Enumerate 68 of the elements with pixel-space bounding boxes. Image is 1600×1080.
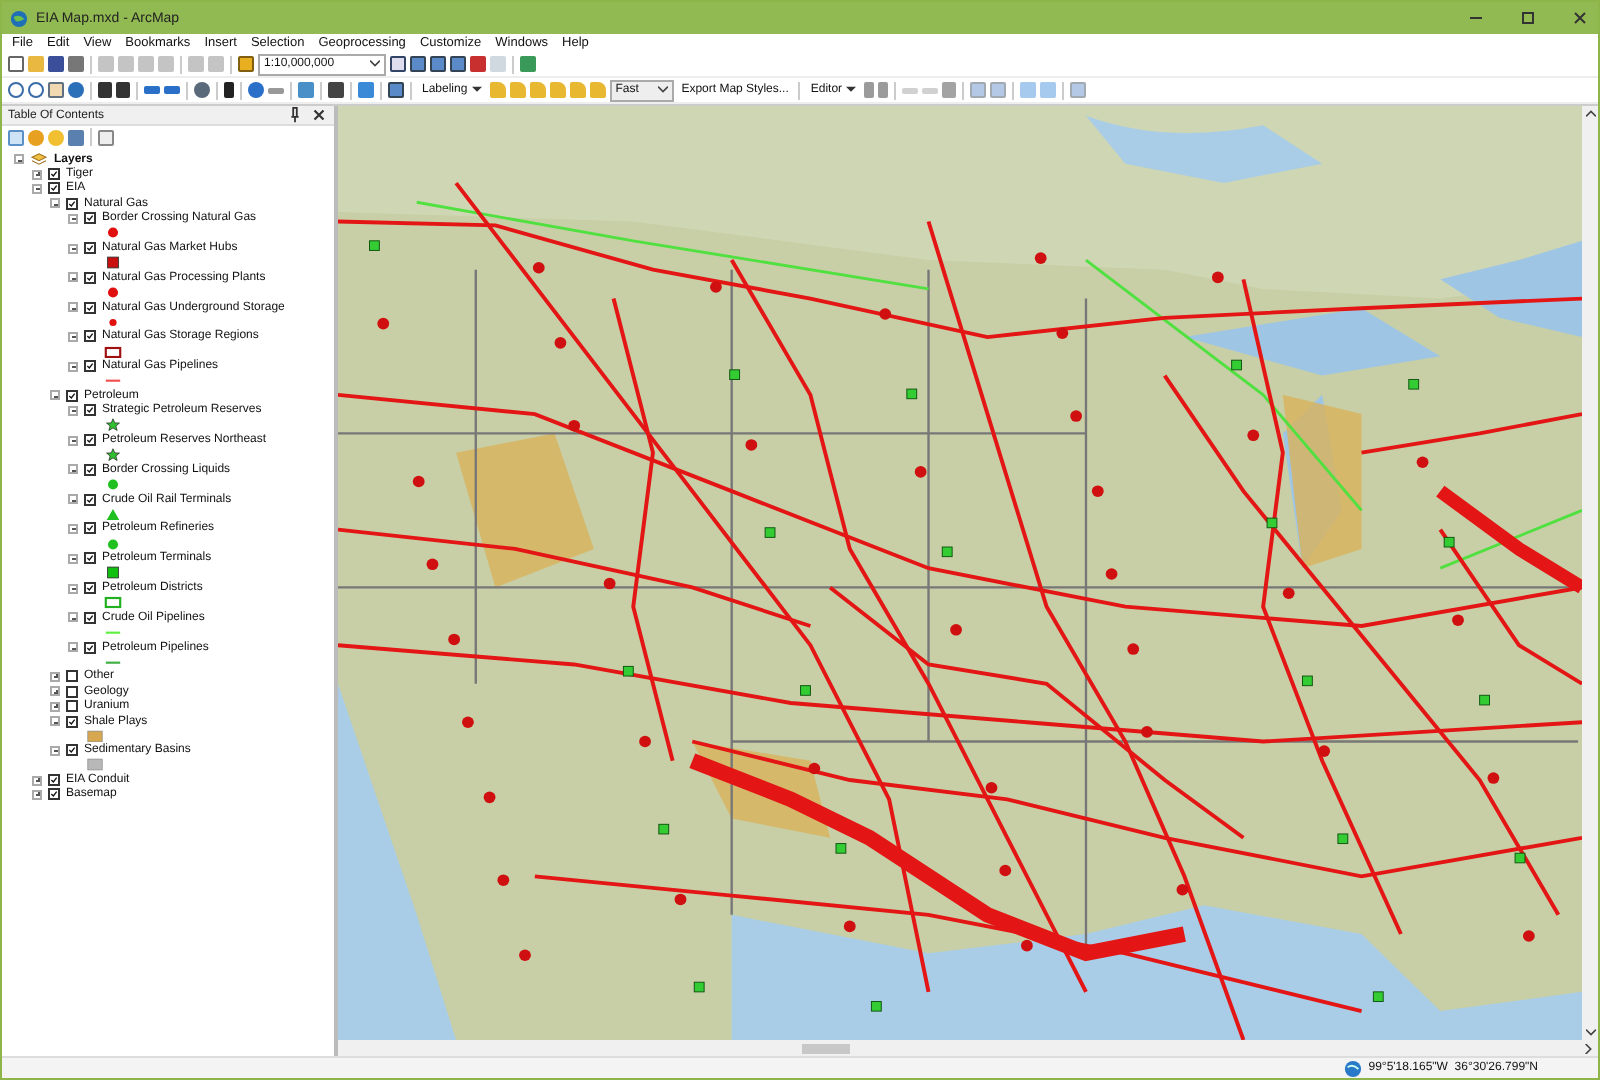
checkbox[interactable]: [66, 700, 78, 713]
checkbox[interactable]: [66, 715, 78, 728]
scroll-up-icon[interactable]: [1585, 108, 1595, 118]
expand-toggle[interactable]: [32, 789, 42, 800]
checkbox[interactable]: [84, 463, 96, 476]
layers-icon: [30, 152, 48, 167]
checkbox[interactable]: [48, 168, 60, 181]
checkbox[interactable]: [84, 301, 96, 314]
horizontal-scrollbar[interactable]: [338, 1040, 1598, 1056]
checkbox[interactable]: [84, 552, 96, 565]
collapse-toggle[interactable]: [50, 716, 60, 727]
checkbox[interactable]: [84, 493, 96, 506]
checkbox[interactable]: [84, 242, 96, 255]
collapse-toggle[interactable]: [50, 198, 60, 209]
expand-toggle[interactable]: [32, 775, 42, 786]
vertical-scrollbar[interactable]: [1582, 106, 1598, 1040]
caret-icon: [657, 86, 668, 94]
collapse-toggle[interactable]: [68, 523, 78, 534]
close-icon[interactable]: [310, 106, 328, 124]
checkbox[interactable]: [84, 434, 96, 447]
close-icon[interactable]: [1570, 8, 1590, 28]
checkbox[interactable]: [84, 330, 96, 343]
checkbox[interactable]: [84, 404, 96, 417]
collapse-toggle[interactable]: [68, 553, 78, 564]
expand-toggle[interactable]: [32, 169, 42, 180]
collapse-toggle[interactable]: [14, 154, 24, 165]
caret-icon: [471, 86, 482, 94]
checkbox[interactable]: [84, 611, 96, 624]
collapse-toggle[interactable]: [50, 745, 60, 756]
expand-toggle[interactable]: [50, 686, 60, 697]
checkbox[interactable]: [84, 582, 96, 595]
collapse-toggle[interactable]: [68, 272, 78, 283]
checkbox[interactable]: [48, 182, 60, 195]
collapse-toggle[interactable]: [68, 435, 78, 446]
collapse-toggle[interactable]: [68, 642, 78, 653]
collapse-toggle[interactable]: [68, 243, 78, 254]
checkbox[interactable]: [66, 197, 78, 210]
scroll-thumb[interactable]: [802, 1043, 850, 1053]
caret-icon: [370, 60, 380, 68]
checkbox[interactable]: [66, 389, 78, 402]
caret-icon: [846, 86, 857, 94]
checkbox[interactable]: [66, 685, 78, 698]
collapse-toggle[interactable]: [32, 183, 42, 194]
scroll-right-icon[interactable]: [1584, 1043, 1594, 1053]
collapse-toggle[interactable]: [68, 612, 78, 623]
collapse-toggle[interactable]: [68, 405, 78, 416]
checkbox[interactable]: [66, 744, 78, 757]
collapse-toggle[interactable]: [68, 464, 78, 475]
checkbox[interactable]: [84, 522, 96, 535]
checkbox[interactable]: [48, 788, 60, 801]
checkbox[interactable]: [66, 670, 78, 683]
expand-toggle[interactable]: [50, 671, 60, 682]
collapse-toggle[interactable]: [68, 361, 78, 372]
checkbox[interactable]: [84, 212, 96, 225]
collapse-toggle[interactable]: [68, 302, 78, 313]
pin-icon[interactable]: [286, 106, 304, 124]
collapse-toggle[interactable]: [68, 494, 78, 505]
maximize-icon[interactable]: [1518, 8, 1538, 28]
checkbox[interactable]: [84, 641, 96, 654]
checkbox[interactable]: [84, 360, 96, 373]
collapse-toggle[interactable]: [68, 583, 78, 594]
checkbox[interactable]: [48, 774, 60, 787]
collapse-toggle[interactable]: [68, 213, 78, 224]
expand-toggle[interactable]: [50, 701, 60, 712]
collapse-toggle[interactable]: [68, 331, 78, 342]
collapse-toggle[interactable]: [50, 390, 60, 401]
scroll-down-icon[interactable]: [1585, 1028, 1595, 1038]
checkbox[interactable]: [84, 271, 96, 284]
